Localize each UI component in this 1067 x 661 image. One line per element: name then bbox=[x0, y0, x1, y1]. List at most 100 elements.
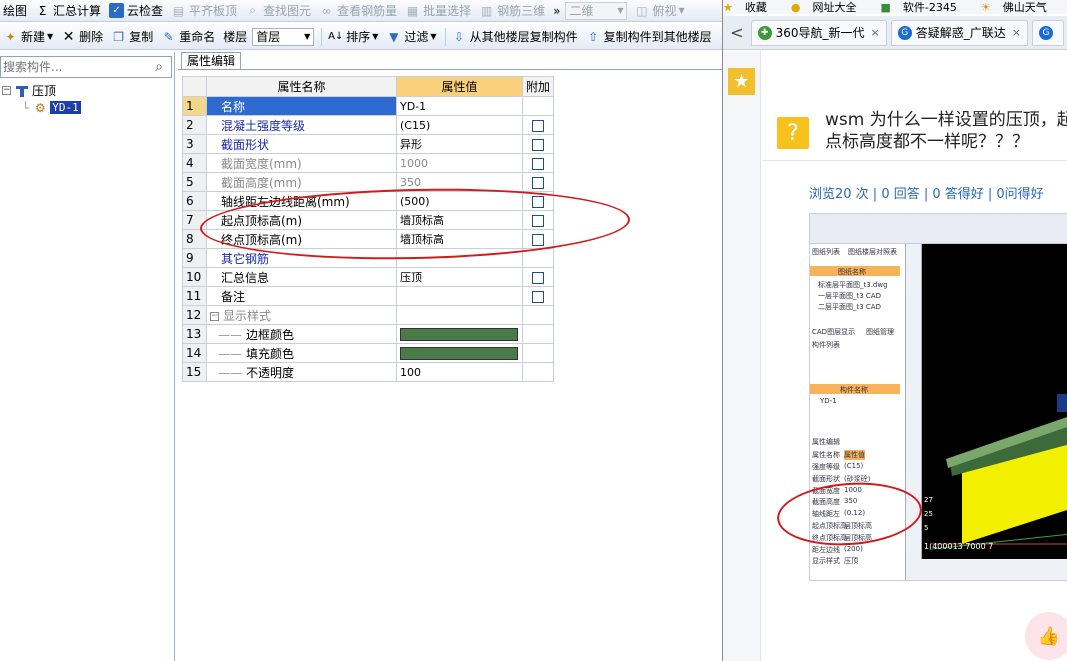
embedded-drawing-item: 一层平面图_t3 CAD bbox=[818, 292, 881, 300]
tree-connector: —— bbox=[218, 327, 242, 342]
property-row[interactable]: 3 截面形状 异形 bbox=[182, 134, 555, 154]
attach-checkbox[interactable] bbox=[532, 138, 544, 151]
color-swatch[interactable] bbox=[400, 327, 518, 341]
toolbar-view-rebar-button[interactable]: ∞ 查看钢筋量 bbox=[316, 1, 400, 21]
property-row[interactable]: 11 备注 bbox=[182, 286, 555, 306]
toolbar-align-slab-top-button[interactable]: ▤ 平齐板顶 bbox=[168, 1, 240, 21]
rename-button[interactable]: ✎ 重命名 bbox=[158, 27, 218, 47]
delete-button[interactable]: ✕ 删除 bbox=[58, 27, 106, 47]
new-icon: ✦ bbox=[5, 29, 16, 44]
close-icon[interactable]: × bbox=[871, 26, 880, 39]
embedded-attr-name: 显示样式 bbox=[812, 557, 840, 566]
bookmark-software[interactable]: ■ 软件-2345 bbox=[880, 0, 968, 15]
property-value[interactable]: 350 bbox=[396, 172, 523, 192]
property-row[interactable]: 13 —— 边框颜色 bbox=[182, 324, 555, 344]
attach-checkbox[interactable] bbox=[532, 119, 544, 132]
property-value[interactable]: (C15) bbox=[396, 115, 523, 135]
property-row[interactable]: 6 轴线距左边线距离(mm) (500) bbox=[182, 191, 555, 211]
close-icon[interactable]: × bbox=[1012, 26, 1021, 39]
attach-checkbox[interactable] bbox=[532, 157, 544, 170]
property-row[interactable]: 15 —— 不透明度 100 bbox=[182, 362, 555, 382]
property-name: 轴线距左边线距离(mm) bbox=[206, 191, 397, 211]
property-value[interactable] bbox=[396, 343, 523, 363]
browser-sidebar: ★ bbox=[723, 51, 761, 661]
browser-tab-glodon-qa[interactable]: G 答疑解惑_广联达 × bbox=[890, 19, 1028, 46]
copy-from-floor-button[interactable]: ⇩ 从其他楼层复制构件 bbox=[449, 27, 581, 47]
favorite-star-icon[interactable]: ★ bbox=[728, 68, 755, 95]
property-value[interactable] bbox=[396, 305, 523, 325]
copy-button[interactable]: ❐ 复制 bbox=[108, 27, 156, 47]
property-value[interactable] bbox=[396, 248, 523, 268]
component-search-input[interactable] bbox=[1, 57, 147, 77]
property-row[interactable]: 5 截面高度(mm) 350 bbox=[182, 172, 555, 192]
new-button[interactable]: ✦ 新建 ▼ bbox=[0, 27, 56, 47]
bookmark-favorites[interactable]: ★ 收藏 bbox=[723, 0, 779, 15]
view-mode-dropdown[interactable]: 二维 ▼ bbox=[565, 1, 628, 20]
property-row[interactable]: 4 截面宽度(mm) 1000 bbox=[182, 153, 555, 173]
property-value[interactable] bbox=[396, 286, 523, 306]
property-row[interactable]: 14 —— 填充颜色 bbox=[182, 343, 555, 363]
property-value[interactable]: 100 bbox=[396, 362, 523, 382]
property-value[interactable]: 异形 bbox=[396, 134, 523, 154]
property-row[interactable]: 10 汇总信息 压顶 bbox=[182, 267, 555, 287]
floor-dropdown[interactable]: 首层 ▼ bbox=[252, 27, 315, 46]
collapse-icon[interactable]: − bbox=[210, 311, 219, 321]
view-angle-dropdown[interactable]: ◫ 俯视 ▼ bbox=[631, 1, 687, 21]
toolbar-more-button[interactable]: » bbox=[550, 1, 563, 21]
embedded-screenshot[interactable]: 图纸列表 图纸楼层对照表 图纸名称 标准层平面图_t3.dwg 一层平面图_t3… bbox=[809, 213, 1067, 581]
browser-tab-third[interactable]: G bbox=[1032, 19, 1064, 46]
collapse-icon[interactable]: − bbox=[2, 86, 11, 95]
row-number: 11 bbox=[182, 286, 207, 306]
attach-checkbox[interactable] bbox=[532, 176, 544, 189]
attach-checkbox[interactable] bbox=[532, 271, 544, 284]
row-number: 4 bbox=[182, 153, 207, 173]
browser-tab-360[interactable]: ✚ 360导航_新一代 × bbox=[750, 19, 887, 46]
tree-node-coping[interactable]: − 压顶 bbox=[2, 82, 56, 99]
property-row[interactable]: 12− 显示样式 bbox=[182, 305, 555, 325]
color-swatch[interactable] bbox=[400, 346, 518, 360]
back-arrow-icon[interactable]: < bbox=[723, 23, 751, 42]
property-value[interactable]: YD-1 bbox=[396, 96, 523, 116]
property-value[interactable] bbox=[396, 324, 523, 344]
tree-node-yd-1[interactable]: └ ⚙ YD-1 bbox=[22, 99, 81, 116]
toolbar-draw-button[interactable]: 绘图 bbox=[0, 1, 30, 21]
filter-button[interactable]: ▼ 过滤 ▼ bbox=[383, 27, 439, 47]
bookmark-weather[interactable]: ☀ 佛山天气 bbox=[981, 0, 1059, 15]
attach-checkbox[interactable] bbox=[532, 233, 544, 246]
property-value[interactable]: 压顶 bbox=[396, 267, 523, 287]
tab-property-edit[interactable]: 属性编辑 bbox=[181, 52, 242, 69]
search-icon[interactable]: ⌕ bbox=[149, 58, 169, 76]
sort-button[interactable]: A↓ 排序 ▼ bbox=[325, 27, 381, 47]
toolbar-cloud-check-button[interactable]: ✓ 云检查 bbox=[106, 1, 166, 21]
property-row[interactable]: 9 其它钢筋 bbox=[182, 248, 555, 268]
embedded-component-item: YD-1 bbox=[820, 397, 837, 405]
column-header-value: 属性值 bbox=[396, 76, 523, 97]
property-value[interactable]: 墙顶标高 bbox=[396, 229, 523, 249]
row-number: 15 bbox=[182, 362, 207, 382]
toolbar-find-element-button[interactable]: ⌕ 查找图元 bbox=[242, 1, 314, 21]
question-mark-icon: ? bbox=[777, 117, 809, 149]
property-row[interactable]: 7 起点顶标高(m) 墙顶标高 bbox=[182, 210, 555, 230]
property-value[interactable]: 1000 bbox=[396, 153, 523, 173]
attach-checkbox[interactable] bbox=[532, 290, 544, 303]
360-favicon-icon: ✚ bbox=[757, 25, 772, 40]
filter-icon: ▼ bbox=[389, 29, 399, 44]
row-number-header bbox=[182, 76, 207, 97]
attach-checkbox[interactable] bbox=[532, 195, 544, 208]
copy-to-floor-button[interactable]: ⇧ 复制构件到其他楼层 bbox=[583, 27, 715, 47]
property-row[interactable]: 8 终点顶标高(m) 墙顶标高 bbox=[182, 229, 555, 249]
property-row[interactable]: 1 名称 YD-1 bbox=[182, 96, 555, 116]
thumbs-up-icon[interactable]: 👍 bbox=[1025, 612, 1067, 660]
embedded-attr-name: 距左边线 bbox=[812, 545, 840, 554]
embedded-attr-value: 层顶标高 bbox=[844, 522, 872, 530]
toolbar-summary-calc-button[interactable]: Σ 汇总计算 bbox=[32, 1, 104, 21]
attach-checkbox[interactable] bbox=[532, 214, 544, 227]
property-value[interactable]: (500) bbox=[396, 191, 523, 211]
toolbar-rebar-3d-button[interactable]: ▥ 钢筋三维 bbox=[476, 1, 548, 21]
bookmark-site-nav[interactable]: ● 网址大全 bbox=[791, 0, 869, 15]
toolbar-batch-select-button[interactable]: ▦ 批量选择 bbox=[402, 1, 474, 21]
property-row[interactable]: 2 混凝土强度等级 (C15) bbox=[182, 115, 555, 135]
question-stats[interactable]: 浏览20 次 | 0 回答 | 0 答得好 | 0问得好 bbox=[809, 183, 1044, 202]
property-value[interactable]: 墙顶标高 bbox=[396, 210, 523, 230]
question-title: wsm 为什么一样设置的压顶，起点标高度都不一样呢？？？ bbox=[825, 110, 1067, 152]
